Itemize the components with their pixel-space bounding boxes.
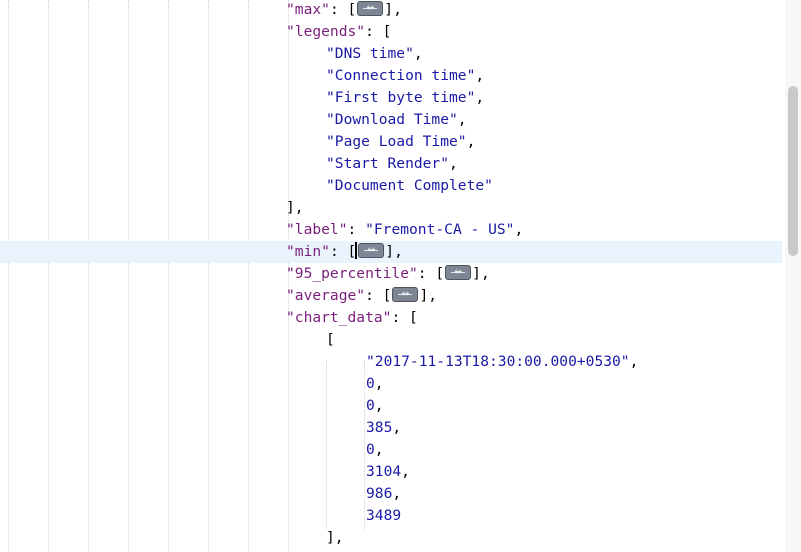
punctuation: : [	[329, 243, 357, 260]
punctuation: ,	[466, 133, 476, 150]
code-line: "Download Time",	[326, 109, 467, 131]
number-value: 0	[366, 441, 375, 458]
indent-guide	[364, 360, 365, 530]
punctuation: ],	[419, 287, 438, 304]
code-line: 0,	[366, 373, 384, 395]
json-key: "average"	[286, 287, 366, 304]
punctuation: : [	[417, 265, 445, 282]
collapsed-fold-icon[interactable]	[445, 262, 472, 282]
indent-guide	[248, 0, 249, 552]
code-line: "Page Load Time",	[326, 131, 475, 153]
string-value: "Start Render"	[326, 155, 450, 172]
json-key: "min"	[286, 243, 330, 260]
string-value: "2017-11-13T18:30:00.000+0530"	[366, 353, 630, 370]
json-editor[interactable]: "max": [],"legends": ["DNS time","Connec…	[0, 0, 785, 552]
indent-guide	[48, 0, 49, 552]
punctuation: :	[347, 221, 366, 238]
code-line: "min": [],	[286, 240, 403, 263]
punctuation: ],	[384, 1, 402, 18]
indent-guide	[128, 0, 129, 552]
punctuation: : [	[391, 309, 418, 326]
code-line: 0,	[366, 439, 384, 461]
punctuation: ,	[514, 221, 524, 238]
code-line: "95_percentile": [],	[286, 262, 490, 285]
code-line: ],	[326, 527, 344, 549]
code-line: ],	[286, 197, 304, 219]
code-line: "chart_data": [	[286, 307, 418, 329]
number-value: 0	[366, 397, 375, 414]
punctuation: ,	[392, 485, 402, 502]
punctuation: ],	[385, 243, 403, 260]
bracket: ],	[286, 199, 304, 216]
code-line: "First byte time",	[326, 87, 484, 109]
scrollbar-thumb[interactable]	[788, 86, 798, 256]
code-line: "legends": [	[286, 21, 391, 43]
json-key: "chart_data"	[286, 309, 392, 326]
code-line: "2017-11-13T18:30:00.000+0530",	[366, 351, 638, 373]
punctuation: ,	[374, 441, 384, 458]
punctuation: ,	[475, 89, 485, 106]
number-value: 0	[366, 375, 375, 392]
text-cursor	[355, 242, 358, 259]
code-line: 3489	[366, 505, 401, 527]
code-line: "max": [],	[286, 0, 402, 21]
json-key: "label"	[286, 221, 348, 238]
punctuation: ,	[401, 463, 410, 480]
indent-guide	[208, 0, 209, 552]
code-line: 3104,	[366, 461, 410, 483]
punctuation: ,	[475, 67, 485, 84]
json-key: "legends"	[286, 23, 366, 40]
collapsed-fold-icon[interactable]	[358, 240, 385, 260]
indent-guide	[326, 360, 327, 530]
string-value: "Download Time"	[326, 111, 458, 128]
punctuation: ,	[413, 45, 423, 62]
punctuation: ,	[449, 155, 458, 172]
punctuation: : [	[329, 1, 357, 18]
code-line: "Start Render",	[326, 153, 458, 175]
punctuation: ,	[629, 353, 639, 370]
punctuation: ,	[392, 419, 402, 436]
punctuation: ,	[374, 397, 384, 414]
code-line: "average": [],	[286, 284, 438, 307]
string-value: "Connection time"	[326, 67, 476, 84]
string-value: "DNS time"	[326, 45, 414, 62]
string-value: "Fremont-CA - US"	[365, 221, 515, 238]
code-line: [	[326, 329, 335, 351]
collapsed-fold-icon[interactable]	[357, 0, 384, 18]
indent-guide	[168, 0, 169, 552]
bracket: ],	[326, 529, 344, 546]
json-key: "95_percentile"	[286, 265, 418, 282]
code-line: "Connection time",	[326, 65, 484, 87]
punctuation: ,	[457, 111, 467, 128]
vertical-scrollbar[interactable]	[785, 0, 801, 552]
indent-guide	[88, 0, 89, 552]
code-line: 385,	[366, 417, 401, 439]
code-line: 0,	[366, 395, 384, 417]
punctuation: ,	[374, 375, 384, 392]
code-line: "DNS time",	[326, 43, 423, 65]
number-value: 3489	[366, 507, 402, 524]
punctuation: ],	[472, 265, 490, 282]
number-value: 385	[366, 419, 393, 436]
code-line: 986,	[366, 483, 401, 505]
punctuation: : [	[365, 287, 392, 304]
code-line: "Document Complete"	[326, 175, 493, 197]
bracket: [	[326, 331, 335, 348]
number-value: 986	[366, 485, 393, 502]
number-value: 3104	[366, 463, 402, 480]
indent-guide	[8, 0, 9, 552]
json-key: "max"	[286, 1, 330, 18]
collapsed-fold-icon[interactable]	[392, 284, 419, 304]
string-value: "First byte time"	[326, 89, 476, 106]
code-line: "label": "Fremont-CA - US",	[286, 219, 523, 241]
punctuation: : [	[365, 23, 392, 40]
string-value: "Page Load Time"	[326, 133, 467, 150]
string-value: "Document Complete"	[326, 177, 493, 194]
